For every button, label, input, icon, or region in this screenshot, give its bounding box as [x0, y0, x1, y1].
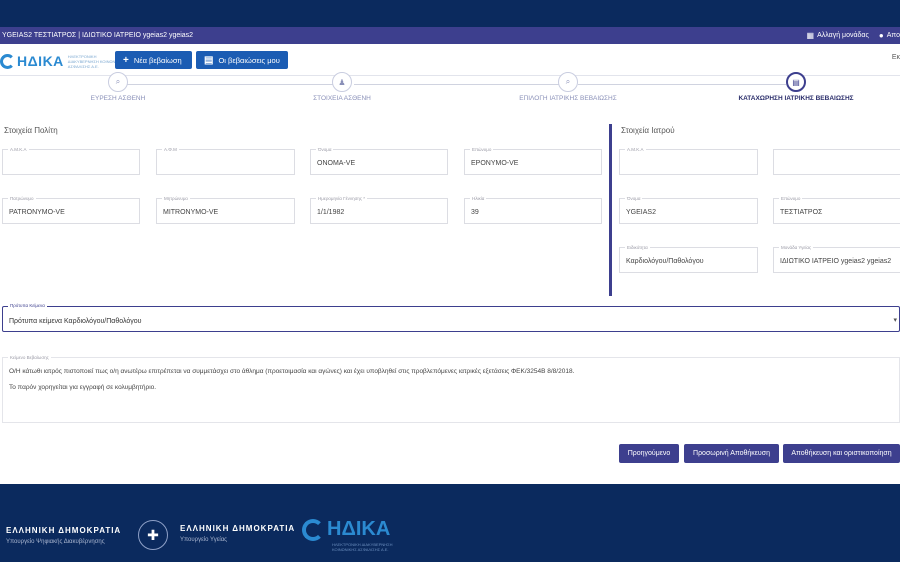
field-label: Α.Μ.Κ.Α — [8, 147, 29, 152]
user-icon: ● — [878, 31, 884, 40]
user-bar: YGEIAS2 ΤΕΣΤΙΑΤΡΟΣ | ΙΔΙΩΤΙΚΟ ΙΑΤΡΕΙΟ yg… — [0, 27, 900, 44]
field-value: Καρδιολόγου/Παθολόγου — [626, 258, 704, 265]
new-certificate-button[interactable]: + Νέα βεβαίωση — [115, 51, 192, 69]
new-certificate-label: Νέα βεβαίωση — [133, 55, 182, 65]
search-icon: ⌕ — [558, 72, 578, 92]
certificate-text-area[interactable]: Κείμενο Βεβαίωσης Ο/Η κάτωθι ιατρός πιστ… — [2, 355, 900, 423]
doctor-specialty-field[interactable]: Ειδικότητα Καρδιολόγου/Παθολόγου — [619, 245, 758, 273]
logout-label: Απο — [886, 32, 900, 39]
field-value: 1/1/1982 — [317, 209, 345, 216]
field-value: 39 — [471, 209, 479, 216]
my-certificates-label: Οι βεβαιώσεις μου — [218, 55, 280, 65]
previous-button[interactable]: Προηγούμενο — [619, 444, 679, 463]
search-icon: ⌕ — [108, 72, 128, 92]
idika-logo[interactable]: ΗΔΙΚΑ ΗΛΕΚΤΡΟΝΙΚΗ ΔΙΑΚΥΒΕΡΝΗΣΗ ΚΟΙΝΩΝΙΚΗ… — [0, 50, 128, 72]
footer-subtitle: Υπουργείο Υγείας — [180, 537, 228, 543]
field-label: Ημερομηνία Γέννησης * — [316, 196, 368, 201]
field-value: MITRONYMO-VE — [163, 209, 219, 216]
certificate-text-line: Ο/Η κάτωθι ιατρός πιστοποιεί πως ο/η ανω… — [9, 368, 575, 375]
step-label: ΣΤΟΙΧΕΙΑ ΑΣΘΕΝΗ — [313, 95, 371, 102]
citizen-age-field[interactable]: Ηλικία 39 — [464, 196, 602, 224]
plus-icon: + — [123, 54, 129, 66]
footer-republic-block: ΕΛΛΗΝΙΚΗ ΔΗΜΟΚΡΑΤΙΑ Υπουργείο Ψηφιακής Δ… — [6, 526, 121, 545]
field-value: PATRONYMO-VE — [9, 209, 65, 216]
section-divider — [609, 124, 612, 296]
person-icon: ♟ — [332, 72, 352, 92]
page-footer: ΕΛΛΗΝΙΚΗ ΔΗΜΟΚΡΑΤΙΑ Υπουργείο Ψηφιακής Δ… — [0, 484, 900, 562]
field-label: Επώνυμο — [470, 147, 494, 152]
citizen-father-name-field[interactable]: Πατρώνυμο PATRONYMO-VE — [2, 196, 140, 224]
logo-swirl-icon — [302, 518, 324, 541]
footer-idika-logo[interactable]: ΗΔΙΚΑ ΗΛΕΚΤΡΟΝΙΚΗ ΔΙΑΚΥΒΕΡΝΗΣΗ ΚΟΙΝΩΝΙΚΗ… — [302, 518, 393, 552]
step-find-patient[interactable]: ⌕ ΕΥΡΕΣΗ ΑΣΘΕΝΗ — [78, 72, 158, 102]
header-right-text[interactable]: Εκ — [892, 54, 900, 61]
top-band — [0, 0, 900, 27]
chevron-down-icon[interactable]: ▾ — [893, 316, 897, 324]
field-label: Α.Μ.Κ.Α — [625, 147, 646, 152]
citizen-last-name-field[interactable]: Επώνυμο EPONYMO-VE — [464, 147, 602, 175]
field-label: Ηλικία — [470, 196, 487, 201]
doctor-first-name-field[interactable]: Όνομα YGEIAS2 — [619, 196, 758, 224]
temp-save-button[interactable]: Προσωρινή Αποθήκευση — [684, 444, 779, 463]
doctor-amka-field[interactable]: Α.Μ.Κ.Α — [619, 147, 758, 175]
building-icon: ▦ — [806, 31, 815, 40]
doctor-health-unit-field[interactable]: Μονάδα Υγείας ΙΔΙΩΤΙΚΟ ΙΑΤΡΕΙΟ ygeias2 y… — [773, 245, 900, 273]
step-select-certificate[interactable]: ⌕ ΕΠΙΛΟΓΗ ΙΑΤΡΙΚΗΣ ΒΕΒΑΙΩΣΗΣ — [518, 72, 618, 102]
greek-emblem-icon: ✚ — [138, 520, 168, 550]
citizen-afm-field[interactable]: Α.Φ.Μ — [156, 147, 295, 175]
citizen-birth-date-field[interactable]: Ημερομηνία Γέννησης * 1/1/1982 — [310, 196, 448, 224]
step-label: ΕΥΡΕΣΗ ΑΣΘΕΝΗ — [90, 95, 146, 102]
field-label: Ειδικότητα — [625, 245, 650, 250]
field-value: YGEIAS2 — [626, 209, 656, 216]
document-icon: ▤ — [204, 54, 214, 66]
change-unit-link[interactable]: ▦ Αλλαγή μονάδας — [807, 31, 869, 40]
doctor-last-name-field[interactable]: Επώνυμο ΤΕΣΤΙΑΤΡΟΣ — [773, 196, 900, 224]
citizen-amka-field[interactable]: Α.Μ.Κ.Α — [2, 147, 140, 175]
certificate-text-line: Το παρόν χορηγείται για εγγραφή σε κολυμ… — [9, 384, 157, 391]
document-icon: ▤ — [786, 72, 806, 92]
field-label: Α.Φ.Μ — [162, 147, 179, 152]
logo-tagline: ΗΛΕΚΤΡΟΝΙΚΗ ΔΙΑΚΥΒΕΡΝΗΣΗ ΚΟΙΝΩΝΙΚΗΣ ΑΣΦΑ… — [332, 542, 393, 552]
field-label: Πρότυπα Κείμενα — [8, 303, 47, 308]
field-value: ΙΔΙΩΤΙΚΟ ΙΑΤΡΕΙΟ ygeias2 ygeias2 — [780, 258, 892, 265]
field-label: Μητρώνυμο — [162, 196, 190, 201]
my-certificates-button[interactable]: ▤ Οι βεβαιώσεις μου — [196, 51, 288, 69]
logo-swirl-icon — [0, 53, 15, 69]
field-label: Επώνυμο — [779, 196, 803, 201]
field-label: Όνομα — [625, 196, 643, 201]
step-label: ΕΠΙΛΟΓΗ ΙΑΤΡΙΚΗΣ ΒΕΒΑΙΩΣΗΣ — [519, 95, 617, 102]
footer-ministry-block: ΕΛΛΗΝΙΚΗ ΔΗΜΟΚΡΑΤΙΑ Υπουργείο Υγείας — [180, 524, 295, 543]
field-value: EPONYMO-VE — [471, 160, 519, 167]
field-label: Όνομα — [316, 147, 334, 152]
field-value: ΤΕΣΤΙΑΤΡΟΣ — [780, 209, 823, 216]
step-register-certificate[interactable]: ▤ ΚΑΤΑΧΩΡΗΣΗ ΙΑΤΡΙΚΗΣ ΒΕΒΑΙΩΣΗΣ — [736, 72, 856, 102]
logo-word: ΗΔΙΚΑ — [327, 518, 391, 540]
field-label: Μονάδα Υγείας — [779, 245, 814, 250]
field-label: Κείμενο Βεβαίωσης — [8, 355, 51, 360]
step-label: ΚΑΤΑΧΩΡΗΣΗ ΙΑΤΡΙΚΗΣ ΒΕΒΑΙΩΣΗΣ — [738, 95, 854, 102]
step-patient-details[interactable]: ♟ ΣΤΟΙΧΕΙΑ ΑΣΘΕΝΗ — [302, 72, 382, 102]
userbar-actions: ▦ Αλλαγή μονάδας ● Απο — [807, 27, 900, 44]
change-unit-label: Αλλαγή μονάδας — [817, 32, 869, 39]
footer-title: ΕΛΛΗΝΙΚΗ ΔΗΜΟΚΡΑΤΙΑ — [6, 526, 122, 535]
footer-subtitle: Υπουργείο Ψηφιακής Διακυβέρνησης — [6, 539, 105, 545]
wizard-stepper: ⌕ ΕΥΡΕΣΗ ΑΣΘΕΝΗ ♟ ΣΤΟΙΧΕΙΑ ΑΣΘΕΝΗ ⌕ ΕΠΙΛ… — [0, 72, 900, 114]
selected-template: Πρότυπα κείμενα Καρδιολόγου/Παθολόγου — [9, 318, 142, 325]
field-value: ONOMA-VE — [317, 160, 356, 167]
doctor-extra-field[interactable] — [773, 149, 900, 175]
template-select[interactable]: Πρότυπα Κείμενα Πρότυπα κείμενα Καρδιολό… — [2, 303, 900, 332]
final-save-button[interactable]: Αποθήκευση και οριστικοποίηση — [783, 444, 900, 463]
footer-title: ΕΛΛΗΝΙΚΗ ΔΗΜΟΚΡΑΤΙΑ — [180, 524, 296, 533]
doctor-section-title: Στοιχεία Ιατρού — [621, 126, 675, 135]
citizen-mother-name-field[interactable]: Μητρώνυμο MITRONYMO-VE — [156, 196, 295, 224]
citizen-first-name-field[interactable]: Όνομα ONOMA-VE — [310, 147, 448, 175]
logo-word: ΗΔΙΚΑ — [17, 53, 64, 69]
logout-link[interactable]: ● Απο — [879, 31, 900, 40]
field-label: Πατρώνυμο — [8, 196, 36, 201]
citizen-section-title: Στοιχεία Πολίτη — [4, 126, 58, 135]
main-content: ⌕ ΕΥΡΕΣΗ ΑΣΘΕΝΗ ♟ ΣΤΟΙΧΕΙΑ ΑΣΘΕΝΗ ⌕ ΕΠΙΛ… — [0, 72, 900, 484]
user-info: YGEIAS2 ΤΕΣΤΙΑΤΡΟΣ | ΙΔΙΩΤΙΚΟ ΙΑΤΡΕΙΟ yg… — [2, 32, 194, 39]
